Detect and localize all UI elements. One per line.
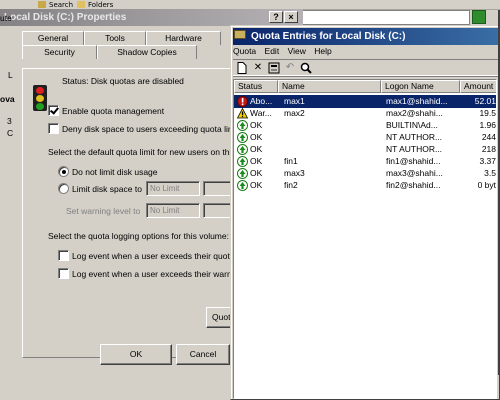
enable-quota-checkbox[interactable] [48,105,59,116]
menu-view[interactable]: View [288,46,306,56]
warning-unit-select[interactable] [203,203,231,218]
log-quota-label[interactable]: Log event when a user exceeds their quot… [72,251,252,261]
column-status[interactable]: Status [234,80,278,93]
properties-title-bar: Local Disk (C:) Properties [0,9,303,26]
column-logon-name[interactable]: Logon Name [381,80,460,93]
limit-disk-label[interactable]: Limit disk space to [72,184,142,194]
table-row[interactable]: OK fin2 fin2@shahid... 0 byt [234,179,496,192]
properties-icon[interactable] [267,62,281,75]
find-icon[interactable] [299,62,313,75]
search-icon[interactable] [38,1,46,8]
quota-window-title: Quota Entries for Local Disk (C:) [251,31,406,42]
tab-security[interactable]: Security [22,45,97,59]
tab-shadow-copies[interactable]: Shadow Copies [97,45,197,59]
quota-menu-bar: Quota Edit View Help [233,46,338,58]
log-warning-checkbox[interactable] [58,268,69,279]
status-cell: OK [250,180,263,190]
amount-used-cell: 0 byt [477,180,496,190]
help-button[interactable]: ? [269,11,283,23]
ok-icon [237,156,248,167]
quota-entries-window: Quota Entries for Local Disk (C:) Quota … [230,25,500,400]
log-quota-checkbox[interactable] [58,250,69,261]
traffic-light-icon [33,85,47,111]
deny-space-label[interactable]: Deny disk space to users exceeding quota… [62,124,239,134]
search-toolbar-button[interactable]: Search [49,1,73,9]
menu-edit[interactable]: Edit [265,46,280,56]
ok-icon [237,120,248,131]
name-cell: fin2 [284,180,298,190]
limit-value-field[interactable]: No Limit [146,181,200,196]
column-amount-used[interactable]: Amount Used [460,80,496,93]
bg-fragment: ute [0,13,12,23]
warning-value-field[interactable]: No Limit [146,203,200,218]
tab-tools[interactable]: Tools [84,31,146,45]
menu-quota[interactable]: Quota [233,46,256,56]
logon-name-cell: fin2@shahid... [386,180,441,190]
quota-window-icon [234,30,246,39]
limit-disk-radio[interactable] [58,183,69,194]
quota-entries-list[interactable]: Status Name Logon Name Amount Used Abo..… [233,79,497,399]
warning-icon [236,107,249,119]
folders-icon[interactable] [77,1,85,8]
error-icon [237,96,248,107]
bg-fragment: 3 [7,116,12,126]
new-icon[interactable] [235,62,249,75]
close-button[interactable]: × [284,11,298,23]
tab-general[interactable]: General [22,31,84,45]
warning-level-label: Set warning level to [66,206,141,216]
ok-icon [237,144,248,155]
do-not-limit-radio[interactable] [58,166,69,177]
tab-hardware[interactable]: Hardware [146,31,221,45]
ok-icon [237,180,248,191]
ok-icon [237,132,248,143]
menu-help[interactable]: Help [314,46,331,56]
go-button[interactable] [472,10,486,24]
deny-space-checkbox[interactable] [48,123,59,134]
limit-unit-select[interactable] [203,181,231,196]
address-bar[interactable] [300,10,470,25]
folders-toolbar-button[interactable]: Folders [88,1,113,9]
ok-button[interactable]: OK [100,344,172,365]
do-not-limit-label[interactable]: Do not limit disk usage [72,167,158,177]
ok-icon [237,168,248,179]
column-name[interactable]: Name [278,80,381,93]
bg-fragment: L [8,70,13,80]
delete-icon[interactable]: ✕ [251,62,265,75]
bg-fragment: ova [0,94,15,104]
quota-title-bar: Quota Entries for Local Disk (C:) [233,28,499,45]
bg-fragment: C [7,128,14,138]
cancel-button[interactable]: Cancel [176,344,230,365]
enable-quota-label[interactable]: Enable quota management [62,106,164,116]
properties-title: Local Disk (C:) Properties [4,12,127,23]
quota-toolbar: ✕ ↶ [233,59,499,76]
undo-icon[interactable]: ↶ [283,62,297,75]
quota-status-text: Status: Disk quotas are disabled [62,76,184,86]
logging-label: Select the quota logging options for thi… [48,231,229,241]
